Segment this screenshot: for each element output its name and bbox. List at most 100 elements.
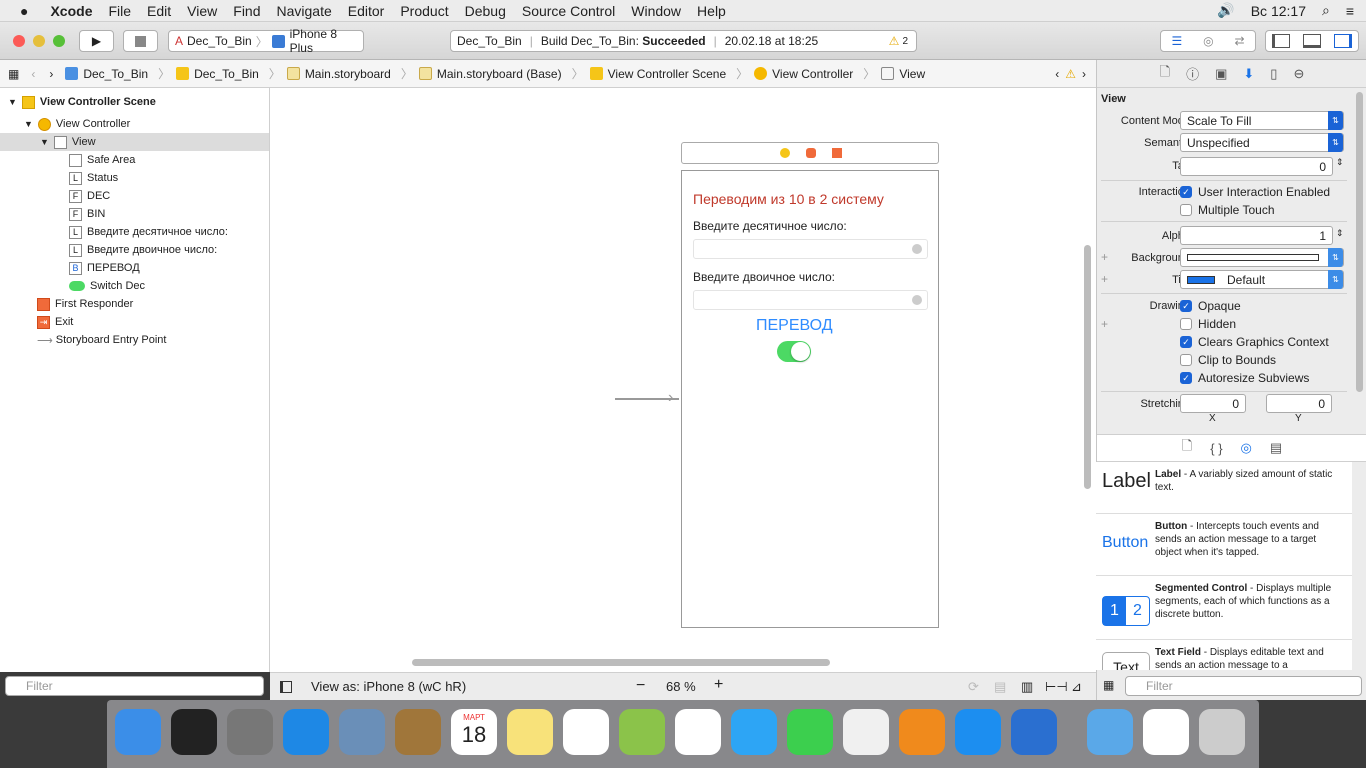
dock-xcode-icon[interactable] — [1011, 709, 1057, 755]
content-mode-select[interactable]: Scale To Fill ⇅ — [1180, 111, 1344, 130]
embed-in-stack-icon[interactable]: ▤ — [994, 679, 1006, 695]
dock-app-store-icon[interactable] — [955, 709, 1001, 755]
menu-editor[interactable]: Editor — [348, 3, 385, 19]
outline-item[interactable]: F DEC — [0, 187, 269, 205]
version-editor-icon[interactable]: ⇄ — [1234, 34, 1244, 48]
connections-inspector-icon[interactable]: ⊖ — [1293, 66, 1304, 82]
user-interaction-checkbox[interactable]: ✓ User Interaction Enabled — [1180, 185, 1330, 199]
update-frames-icon[interactable]: ⟳ — [968, 679, 979, 695]
menu-navigate[interactable]: Navigate — [277, 3, 332, 19]
zoom-in-button[interactable]: + — [714, 676, 723, 694]
related-items-icon[interactable]: ▦ — [8, 67, 19, 81]
outline-exit[interactable]: ⇥ Exit — [0, 313, 269, 331]
title-label[interactable]: Переводим из 10 в 2 систему — [693, 191, 884, 207]
crumb-storyboard[interactable]: Main.storyboard — [286, 67, 391, 81]
alpha-stepper[interactable]: ⇕ — [1336, 228, 1344, 239]
menu-find[interactable]: Find — [233, 3, 260, 19]
stretch-y-field[interactable]: 0 — [1266, 394, 1332, 413]
dock-calendar-icon[interactable]: МАРТ 18 — [451, 709, 497, 755]
alpha-field[interactable]: 1 — [1180, 226, 1333, 245]
outline-filter-input[interactable]: Filter — [5, 676, 264, 696]
stretch-x-field[interactable]: 0 — [1180, 394, 1246, 413]
dock-maps-icon[interactable] — [619, 709, 665, 755]
spotlight-icon[interactable]: ⌕ — [1322, 2, 1330, 19]
crumb-folder[interactable]: Dec_To_Bin — [176, 67, 259, 81]
crumb-controller[interactable]: View Controller — [754, 67, 853, 81]
outline-item[interactable]: B ПЕРЕВОД — [0, 259, 269, 277]
outline-item[interactable]: L Status — [0, 169, 269, 187]
scheme-selector[interactable]: A Dec_To_Bin 〉 iPhone 8 Plus — [168, 27, 364, 55]
warning-icon[interactable]: ⚠ — [889, 34, 900, 48]
add-variation-icon[interactable]: + — [1101, 272, 1108, 286]
menu-file[interactable]: File — [108, 3, 131, 19]
menu-source-control[interactable]: Source Control — [522, 3, 615, 19]
size-inspector-icon[interactable]: ▯ — [1270, 66, 1277, 82]
drawing-checkbox[interactable]: ✓ Clears Graphics Context — [1180, 335, 1329, 349]
stop-button[interactable] — [123, 30, 158, 52]
grid-view-icon[interactable]: ▦ — [1103, 678, 1114, 692]
library-filter-input[interactable]: Filter — [1125, 676, 1362, 696]
exit-icon[interactable] — [832, 148, 842, 158]
outline-item[interactable]: Safe Area — [0, 151, 269, 169]
identity-inspector-icon[interactable]: ▣ — [1215, 66, 1227, 82]
tag-field[interactable]: 0 — [1180, 157, 1333, 176]
library-item-textfield[interactable]: Text Text Field - Displays editable text … — [1096, 640, 1352, 670]
menu-debug[interactable]: Debug — [465, 3, 506, 19]
dock-safari-icon[interactable] — [283, 709, 329, 755]
outline-item[interactable]: F BIN — [0, 205, 269, 223]
library-item-button[interactable]: Button Button - Intercepts touch events a… — [1096, 514, 1352, 576]
dock-trash-icon[interactable] — [1199, 709, 1245, 755]
align-icon[interactable]: ▥ — [1021, 679, 1033, 695]
bin-text-field[interactable] — [693, 290, 928, 310]
dock-launchpad-icon[interactable] — [227, 709, 273, 755]
menu-help[interactable]: Help — [697, 3, 726, 19]
dock-downloads-icon[interactable] — [1087, 709, 1133, 755]
background-select[interactable]: ⇅ — [1180, 248, 1344, 267]
dock-photos-icon[interactable] — [675, 709, 721, 755]
dock-itunes-icon[interactable] — [843, 709, 889, 755]
drawing-checkbox[interactable]: ✓ Autoresize Subviews — [1180, 371, 1309, 385]
navigator-toggle-icon[interactable] — [1272, 34, 1291, 48]
disclosure-icon[interactable]: ▼ — [40, 137, 49, 147]
crumb-storyboard-base[interactable]: Main.storyboard (Base) — [418, 67, 562, 81]
warning-icon[interactable]: ⚠ — [1065, 67, 1076, 81]
dock-finder-icon[interactable] — [115, 709, 161, 755]
pin-icon[interactable]: ⊢⊣ — [1045, 679, 1068, 695]
dock-messages-icon[interactable] — [731, 709, 777, 755]
utilities-toggle-icon[interactable] — [1333, 34, 1352, 48]
dock-siri-icon[interactable] — [171, 709, 217, 755]
prev-issue-button[interactable]: ‹ — [1055, 67, 1059, 81]
switch-dec[interactable] — [777, 341, 811, 362]
clock[interactable]: Вс 12:17 — [1251, 3, 1306, 19]
convert-button[interactable]: ПЕРЕВОД — [756, 317, 833, 335]
iphone-view[interactable]: Переводим из 10 в 2 систему Введите деся… — [681, 170, 939, 628]
tint-select[interactable]: Default ⇅ — [1180, 270, 1344, 289]
menu-view[interactable]: View — [187, 3, 217, 19]
outline-view-controller[interactable]: ▼ View Controller — [0, 115, 269, 133]
zoom-out-button[interactable]: − — [636, 677, 645, 695]
attributes-inspector-icon[interactable]: ⬇ — [1243, 66, 1254, 82]
semantic-select[interactable]: Unspecified ⇅ — [1180, 133, 1344, 152]
crumb-scene[interactable]: View Controller Scene — [589, 67, 726, 81]
outline-toggle-icon[interactable] — [280, 681, 292, 693]
first-responder-icon[interactable] — [806, 148, 816, 158]
library-item-label[interactable]: Label Label - A variably sized amount of … — [1096, 462, 1352, 514]
notification-center-icon[interactable]: ≡ — [1346, 3, 1354, 19]
apple-icon[interactable]: ● — [20, 3, 28, 19]
drawing-checkbox[interactable]: Hidden — [1180, 317, 1236, 331]
zoom-button[interactable] — [53, 35, 65, 47]
close-button[interactable] — [13, 35, 25, 47]
dock-contacts-icon[interactable] — [395, 709, 441, 755]
tag-stepper[interactable]: ⇕ — [1336, 157, 1344, 168]
outline-entry-point[interactable]: ⟶ Storyboard Entry Point — [0, 331, 269, 349]
inspector-scrollbar[interactable] — [1356, 92, 1363, 392]
warning-count[interactable]: 2 — [902, 36, 908, 47]
dock-mail-icon[interactable] — [339, 709, 385, 755]
next-issue-button[interactable]: › — [1082, 67, 1086, 81]
crumb-project[interactable]: Dec_To_Bin — [65, 67, 148, 81]
code-snippet-icon[interactable]: { } — [1210, 441, 1222, 456]
dock-reminders-icon[interactable] — [563, 709, 609, 755]
resolve-issues-icon[interactable]: ⊿ — [1071, 679, 1082, 695]
media-library-icon[interactable]: ▤ — [1270, 440, 1282, 456]
view-controller-icon[interactable] — [780, 148, 790, 158]
